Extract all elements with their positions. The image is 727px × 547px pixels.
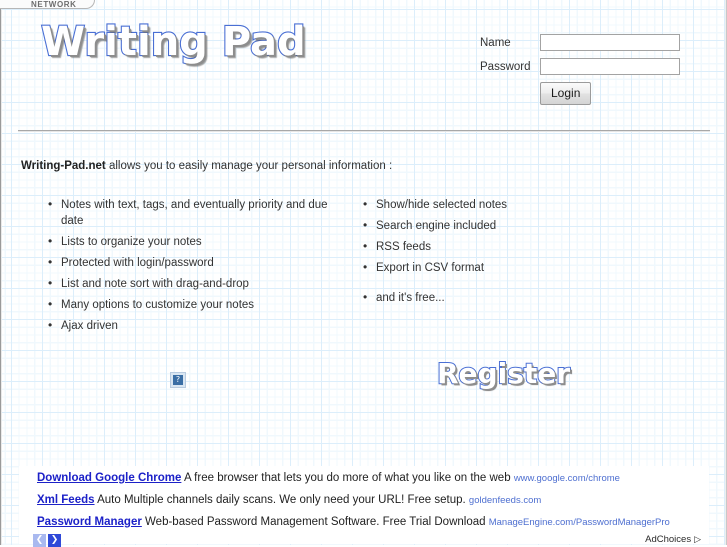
ad-url-link[interactable]: goldenfeeds.com xyxy=(469,495,541,506)
list-item: Notes with text, tags, and eventually pr… xyxy=(48,197,343,229)
list-item: Protected with login/password xyxy=(48,255,343,272)
login-form: Name Password Login xyxy=(480,34,680,105)
ad-description: Auto Multiple channels daily scans. We o… xyxy=(97,494,466,506)
login-button-row: Login xyxy=(540,82,680,105)
ad-item: Password Manager Web-based Password Mana… xyxy=(37,516,670,528)
list-item: Export in CSV format xyxy=(363,260,658,277)
intro-text: Writing-Pad.net allows you to easily man… xyxy=(21,160,392,172)
name-row: Name xyxy=(480,34,680,51)
broken-image-icon[interactable]: ? xyxy=(170,372,186,388)
ads-pagination: ❮ ❯ xyxy=(33,534,61,547)
list-item: Ajax driven xyxy=(48,318,343,335)
list-item: List and note sort with drag-and-drop xyxy=(48,276,343,293)
ad-description: Web-based Password Management Software. … xyxy=(145,516,486,528)
intro-rest: allows you to easily manage your persona… xyxy=(105,160,393,172)
password-input[interactable] xyxy=(540,58,680,75)
ad-item: Download Google Chrome A free browser th… xyxy=(37,472,620,484)
ad-title-link[interactable]: Xml Feeds xyxy=(37,494,95,506)
list-item: Lists to organize your notes xyxy=(48,234,343,251)
features-left-list: Notes with text, tags, and eventually pr… xyxy=(43,197,343,335)
features-right-list: Show/hide selected notes Search engine i… xyxy=(358,197,658,307)
password-row: Password xyxy=(480,58,680,75)
password-label: Password xyxy=(480,60,531,73)
ad-description: A free browser that lets you do more of … xyxy=(183,472,511,484)
list-item: RSS feeds xyxy=(363,239,658,256)
adchoices-label: AdChoices xyxy=(645,534,692,545)
list-item: Many options to customize your notes xyxy=(48,297,343,314)
features-right-column: Show/hide selected notes Search engine i… xyxy=(358,197,658,312)
intro-brand: Writing-Pad.net xyxy=(21,160,106,172)
ad-title-link[interactable]: Password Manager xyxy=(37,516,142,528)
page-left-border xyxy=(0,0,2,545)
broken-image-glyph: ? xyxy=(173,375,183,385)
browser-tab-stub[interactable]: NETWORK xyxy=(0,0,95,9)
browser-tab-label: NETWORK xyxy=(31,0,77,9)
login-button[interactable]: Login xyxy=(540,82,592,105)
register-link[interactable]: Register xyxy=(436,359,571,389)
site-logo: Writing Pad xyxy=(40,19,307,65)
page-root: NETWORK Writing Pad Name Password Login … xyxy=(0,0,727,547)
list-item: Show/hide selected notes xyxy=(363,197,658,214)
ad-url-link[interactable]: www.google.com/chrome xyxy=(514,473,620,484)
ads-block: Download Google Chrome A free browser th… xyxy=(19,466,709,547)
adchoices-triangle-icon: ▷ xyxy=(694,534,701,544)
adchoices-link[interactable]: AdChoices ▷ xyxy=(645,534,701,545)
features-left-column: Notes with text, tags, and eventually pr… xyxy=(43,197,343,340)
header-divider xyxy=(18,130,710,132)
ad-url-link[interactable]: ManageEngine.com/PasswordManagerPro xyxy=(489,517,670,528)
ad-item: Xml Feeds Auto Multiple channels daily s… xyxy=(37,494,541,506)
ad-title-link[interactable]: Download Google Chrome xyxy=(37,472,181,484)
list-item: Search engine included xyxy=(363,218,658,235)
chevron-right-icon[interactable]: ❯ xyxy=(48,534,61,547)
list-item: and it's free... xyxy=(363,290,658,307)
name-label: Name xyxy=(480,36,511,49)
chevron-left-icon[interactable]: ❮ xyxy=(33,534,46,547)
name-input[interactable] xyxy=(540,34,680,51)
